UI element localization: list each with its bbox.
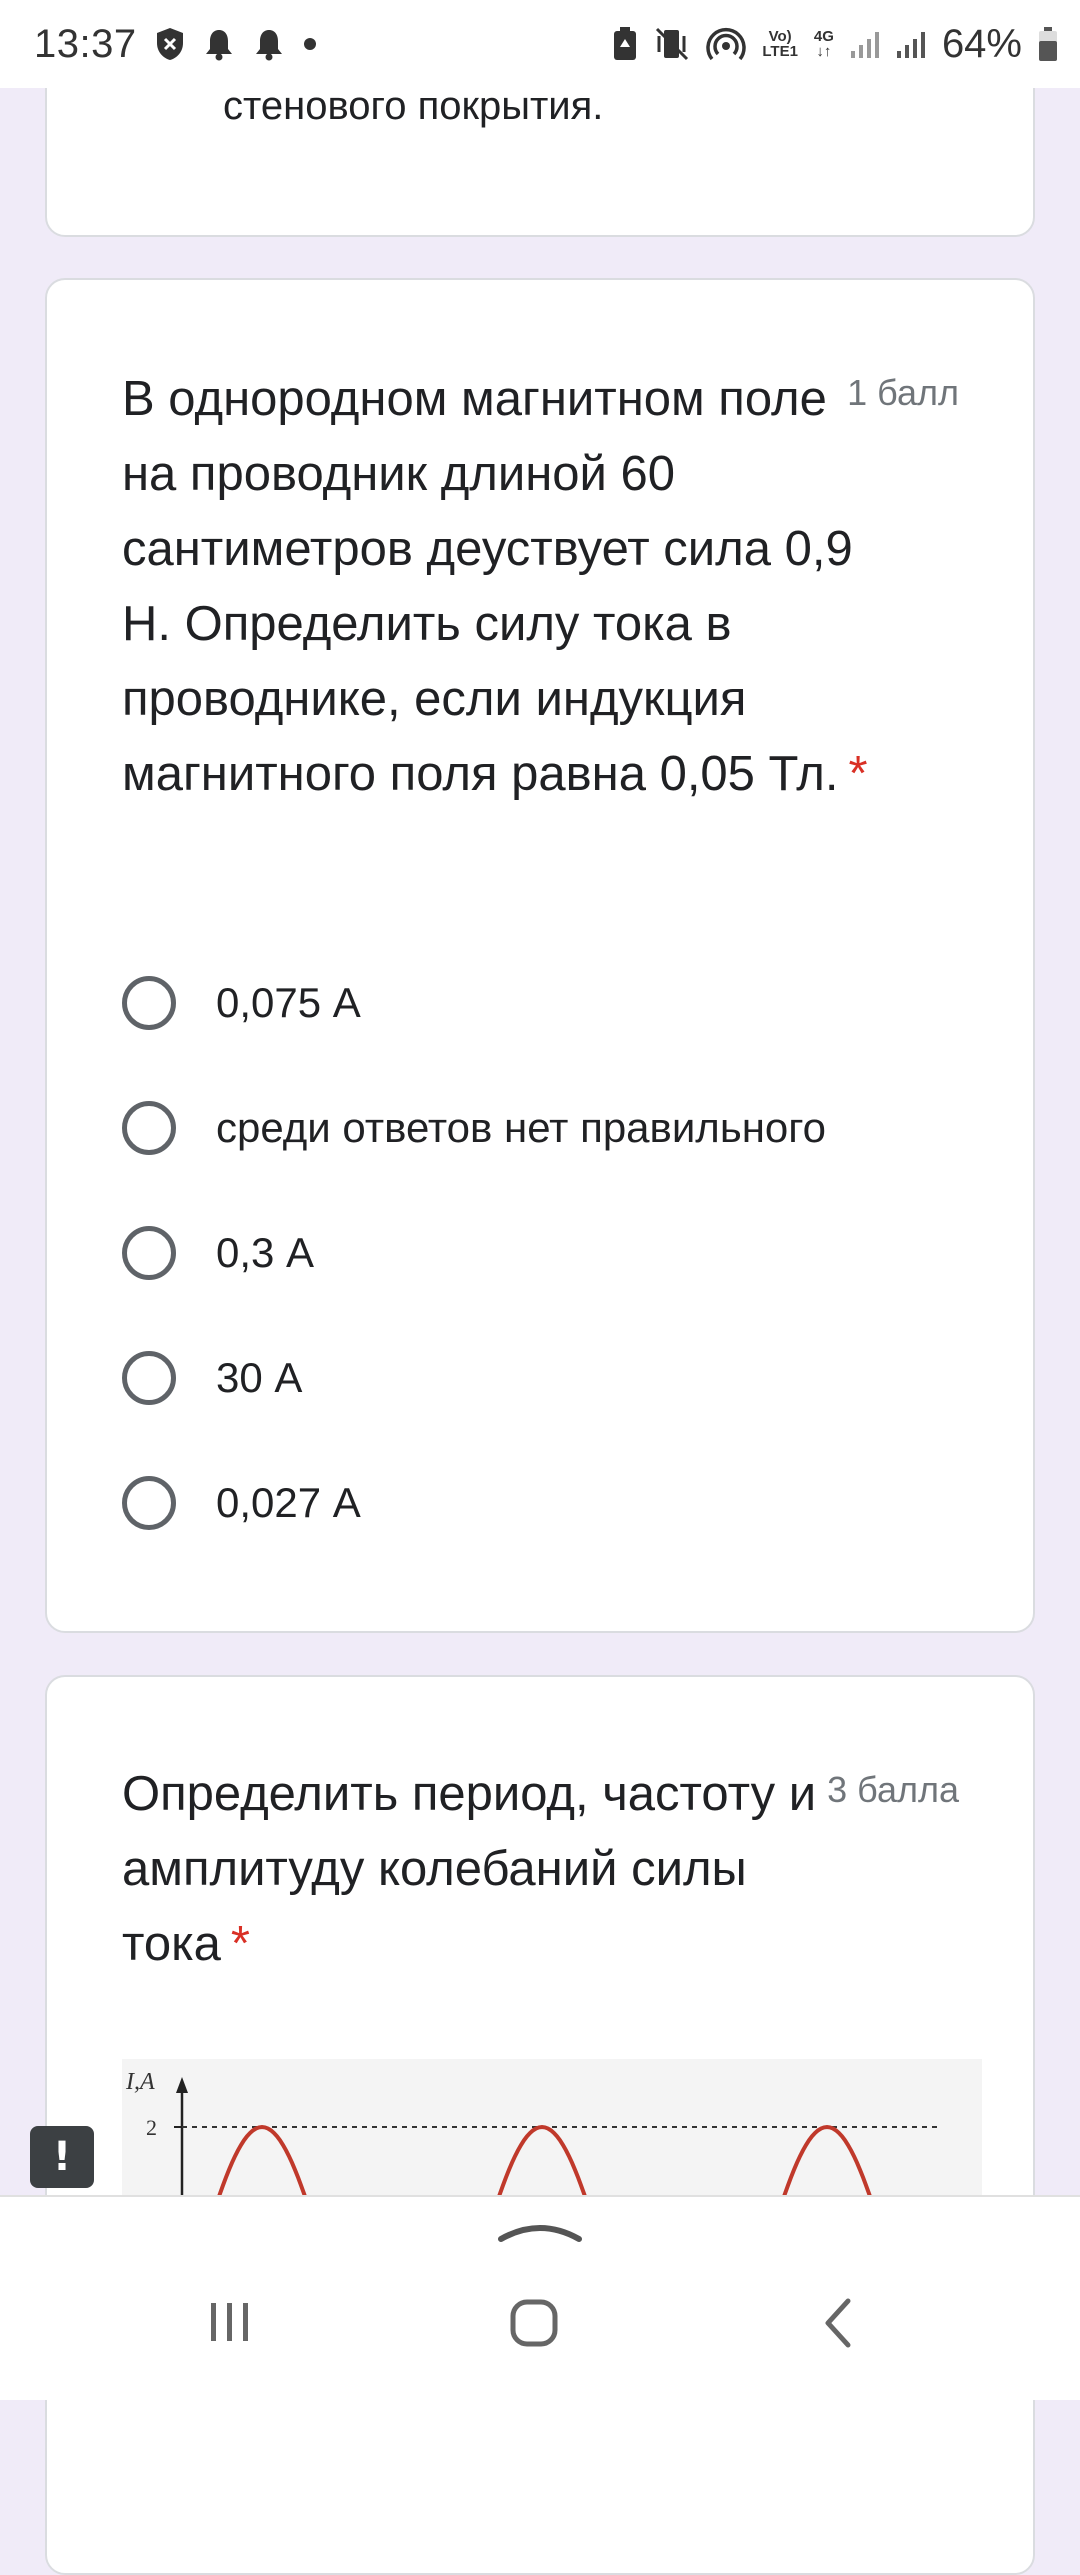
home-icon[interactable]: [508, 2297, 560, 2349]
vpn-shield-icon: [155, 27, 185, 61]
volte-bottom-text: LTE1: [762, 43, 798, 60]
y-tick-label: 2: [146, 2115, 157, 2140]
network-type-indicator: 4G ↓↑: [814, 29, 834, 59]
option-label: 0,027 А: [216, 1478, 361, 1526]
y-axis-label: I,A: [125, 2069, 155, 2095]
radio-group: 0,075 А среди ответов нет правильного 0,…: [122, 940, 826, 1565]
question-text: Определить период, частоту и амплитуду к…: [122, 1767, 817, 1971]
vibrate-mute-icon: [654, 26, 690, 62]
recent-apps-icon[interactable]: [205, 2297, 255, 2347]
question-title: В однородном магнитном поле на проводник…: [122, 362, 882, 812]
radio-button[interactable]: [122, 1350, 176, 1405]
question-card: Определить период, частоту и амплитуду к…: [45, 1675, 1035, 2575]
radio-option[interactable]: среди ответов нет правильного: [122, 1065, 826, 1190]
radio-option[interactable]: 30 А: [122, 1315, 826, 1440]
report-problem-button[interactable]: !: [30, 2126, 94, 2188]
signal-icon: [896, 29, 926, 59]
question-points: 3 балла: [827, 1769, 959, 1810]
expand-handle-icon[interactable]: [497, 2215, 583, 2245]
report-problem-icon: !: [52, 2134, 72, 2180]
bottom-panel: [0, 2195, 1080, 2400]
radio-option[interactable]: 0,3 А: [122, 1190, 826, 1315]
option-label: среди ответов нет правильного: [216, 1103, 827, 1151]
radio-option[interactable]: 0,075 А: [122, 940, 826, 1065]
previous-card-text: стенового покрытия.: [223, 84, 604, 128]
battery-percent: 64%: [941, 21, 1022, 66]
radio-button[interactable]: [122, 1100, 176, 1155]
required-marker: *: [230, 1917, 250, 1971]
radio-button[interactable]: [122, 975, 176, 1030]
question-text: В однородном магнитном поле на проводник…: [122, 372, 853, 801]
option-label: 0,075 А: [216, 978, 361, 1026]
radio-option[interactable]: 0,027 А: [122, 1440, 826, 1565]
hotspot-icon: [706, 24, 747, 64]
battery-icon: [1038, 26, 1058, 62]
radio-button[interactable]: [122, 1475, 176, 1530]
volte-indicator: Vo) LTE1: [762, 29, 798, 59]
option-label: 30 А: [216, 1353, 303, 1401]
required-marker: *: [848, 747, 868, 801]
option-label: 0,3 А: [216, 1228, 315, 1276]
question-title: Определить период, частоту и амплитуду к…: [122, 1757, 832, 1982]
question-points: 1 балл: [847, 372, 959, 413]
signal-icon: [850, 29, 880, 59]
network-bottom-text: ↓↑: [816, 43, 832, 60]
status-bar: 13:37 Vo) LTE1 4G ↓↑ 64%: [0, 0, 1080, 88]
back-icon[interactable]: [818, 2297, 858, 2349]
notification-bell-icon: [203, 27, 235, 61]
question-card: В однородном магнитном поле на проводник…: [45, 278, 1035, 1633]
y-axis-arrow: [176, 2077, 188, 2093]
notification-bell-icon: [253, 27, 285, 61]
clock: 13:37: [34, 21, 137, 66]
battery-saver-icon: [612, 26, 638, 62]
dot-icon: [303, 37, 317, 51]
radio-button[interactable]: [122, 1225, 176, 1280]
